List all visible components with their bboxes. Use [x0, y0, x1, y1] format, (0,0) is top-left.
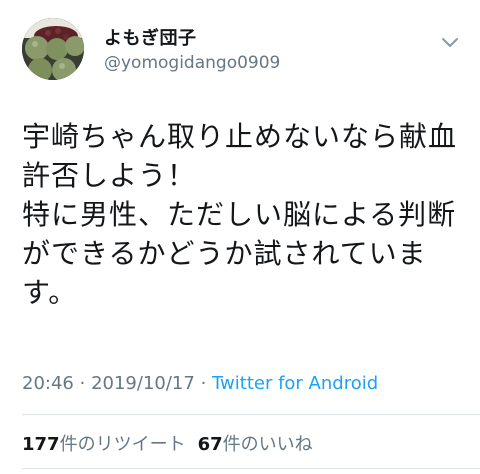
display-name[interactable]: よもぎ団子	[104, 24, 197, 50]
chevron-down-icon[interactable]	[440, 34, 460, 48]
likes-count: 67	[197, 434, 223, 455]
likes-stat[interactable]: 67件のいいね	[198, 434, 313, 455]
retweets-stat[interactable]: 177件のリツイート	[22, 434, 186, 455]
divider	[22, 468, 480, 469]
dango-avatar-image	[22, 18, 84, 80]
tweet-source-link[interactable]: Twitter for Android	[212, 373, 378, 394]
tweet-meta: 20:46 · 2019/10/17 · Twitter for Android	[22, 373, 378, 394]
tweet-time: 20:46	[22, 373, 74, 394]
tweet-text: 宇崎ちゃん取り止めないなら献血許否しよう！ 特に男性、ただしい脳による判断ができ…	[22, 120, 458, 309]
tweet-date: 2019/10/17	[91, 373, 195, 394]
meta-separator: ·	[200, 373, 207, 394]
retweets-label: 件のリツイート	[59, 434, 186, 455]
divider	[22, 414, 480, 415]
retweets-count: 177	[22, 434, 60, 455]
user-handle[interactable]: @yomogidango0909	[104, 53, 280, 73]
likes-label: 件のいいね	[222, 434, 313, 455]
avatar[interactable]	[22, 18, 84, 80]
meta-separator: ·	[79, 373, 86, 394]
tweet-stats: 177件のリツイート 67件のいいね	[22, 430, 313, 456]
